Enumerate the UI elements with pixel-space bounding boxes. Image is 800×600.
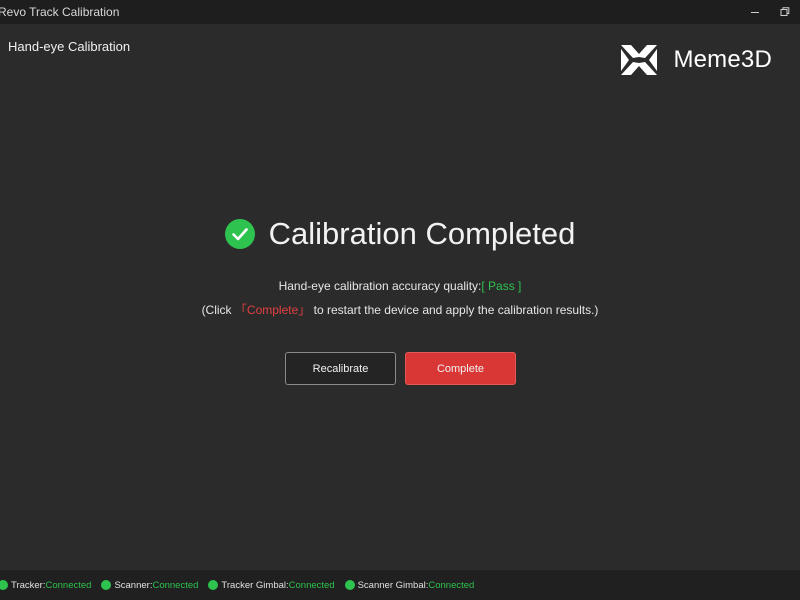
restart-hint: (Click 「Complete」 to restart the device … (0, 301, 800, 318)
quality-label: Hand-eye calibration accuracy quality: (278, 279, 482, 293)
minimize-icon (751, 12, 759, 13)
status-tracker-gimbal: Tracker Gimbal: Connected (208, 579, 335, 591)
complete-button[interactable]: Complete (405, 352, 516, 385)
accuracy-quality-line: Hand-eye calibration accuracy quality:[ … (0, 279, 800, 293)
hint-prefix: (Click (201, 303, 232, 317)
status-scanner: Scanner: Connected (101, 580, 198, 591)
status-value: Connected (288, 579, 335, 591)
brand-logo: Meme3D (621, 44, 772, 76)
status-value: Connected (45, 579, 92, 591)
status-label: Tracker: (11, 579, 46, 591)
quality-value: [ Pass ] (481, 279, 522, 293)
hint-suffix: to restart the device and apply the cali… (313, 303, 599, 317)
status-tracker: Tracker: Connected (0, 580, 91, 591)
meme3d-logo-icon (621, 45, 658, 75)
status-scanner-gimbal: Scanner Gimbal: Connected (344, 579, 475, 591)
result-heading: Calibration Completed (268, 216, 576, 251)
status-dot-icon (0, 580, 8, 590)
page-title: Hand-eye Calibration (8, 39, 131, 54)
status-label: Scanner Gimbal: (357, 579, 429, 591)
check-circle-icon (224, 219, 255, 249)
status-dot-icon (344, 580, 355, 590)
app-window: Revo Track Calibration Hand-eye Calibrat… (0, 0, 800, 600)
status-label: Tracker Gimbal: (221, 579, 289, 591)
status-bar: Tracker: Connected Scanner: Connected Trac… (0, 570, 800, 600)
status-dot-icon (101, 580, 112, 590)
hint-highlight: 「Complete」 (234, 303, 311, 317)
status-value: Connected (152, 579, 199, 591)
title-bar: Revo Track Calibration (0, 0, 800, 24)
result-header: Calibration Completed (0, 216, 800, 252)
recalibrate-button[interactable]: Recalibrate (285, 352, 396, 385)
window-title: Revo Track Calibration (0, 5, 120, 19)
brand-name: Meme3D (673, 46, 772, 73)
minimize-button[interactable] (740, 0, 770, 24)
status-value: Connected (428, 579, 475, 591)
status-dot-icon (208, 580, 219, 590)
window-controls (740, 0, 800, 24)
restore-button[interactable] (770, 0, 800, 24)
restore-icon (780, 7, 790, 16)
status-label: Scanner: (114, 579, 153, 591)
